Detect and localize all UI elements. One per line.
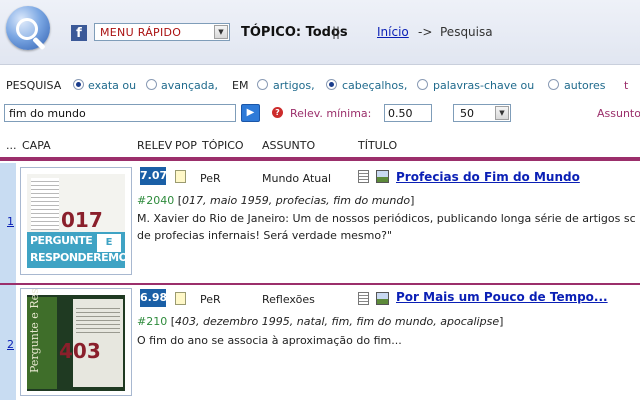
col-lead: ... [6, 139, 17, 152]
search-globe-icon[interactable] [6, 6, 50, 51]
article-tags: 017, maio 1959, profecias, fim do mundo [182, 194, 411, 207]
header-divider [0, 157, 640, 161]
article-meta: #210 [403, dezembro 1995, natal, fim, fi… [137, 315, 504, 328]
article-title-link[interactable]: Por Mais um Pouco de Tempo... [396, 290, 608, 304]
pesquisa-label: PESQUISA [6, 79, 62, 92]
result-row: 1 017 PERGUNTE E RESPONDEREMOS 7.07 PeR … [0, 163, 640, 283]
results-count-value: 50 [460, 107, 474, 120]
col-relev[interactable]: RELEV [137, 139, 172, 152]
subject-label: Mundo Atual [262, 172, 332, 185]
cover-image[interactable]: 017 PERGUNTE E RESPONDEREMOS [20, 167, 132, 275]
article-id: #2040 [137, 194, 175, 207]
article-description-line: de profecias infernais! Será verdade mes… [137, 229, 392, 242]
option-autores-label[interactable]: autores [564, 79, 606, 92]
help-icon[interactable]: ? [272, 107, 283, 118]
relevance-score: 6.98 [140, 289, 167, 307]
option-artigos-label[interactable]: artigos, [273, 79, 315, 92]
search-options-row: PESQUISA exata ou avançada, EM artigos, … [0, 77, 640, 93]
image-icon[interactable] [376, 292, 389, 305]
result-number-link[interactable]: 1 [7, 215, 14, 228]
relevance-label: Relev. mínima: [290, 107, 372, 120]
results-count-select[interactable]: 50 ▼ [453, 104, 511, 122]
cover-title-1: PERGUNTE [30, 234, 93, 247]
facebook-icon[interactable]: f [71, 25, 87, 41]
relevance-score: 7.07 [140, 167, 167, 185]
breadcrumb-current: Pesquisa [440, 25, 493, 39]
article-description-line: O fim do ano se associa à aproximação do… [137, 334, 402, 347]
results-header: ... CAPA RELEV POP TÓPICO ASSUNTO TÍTULO [0, 137, 640, 157]
cover-text-block [31, 178, 59, 230]
cover-title-e: E [97, 234, 121, 252]
search-input[interactable] [4, 104, 236, 122]
magnifier-handle [32, 36, 46, 51]
article-tags: 403, dezembro 1995, natal, fim, fim do m… [175, 315, 500, 328]
topic-code: PeR [200, 293, 221, 306]
radio-palavras-chave[interactable] [417, 79, 428, 90]
note-icon[interactable] [175, 292, 186, 305]
option-avancada-label[interactable]: avançada, [161, 79, 218, 92]
article-title-link[interactable]: Profecias do Fim do Mundo [396, 170, 580, 184]
cover-vertical-title: Pergunte e Responderemos [28, 288, 41, 373]
cover-issue-number: 403 [59, 339, 101, 363]
radio-autores[interactable] [548, 79, 559, 90]
option-palavras-chave-label[interactable]: palavras-chave ou [433, 79, 534, 92]
article-description-line: M. Xavier do Rio de Janeiro: Um de nosso… [137, 212, 636, 225]
cover-title-2: RESPONDEREMOS [30, 251, 132, 264]
col-topico[interactable]: TÓPICO [202, 139, 244, 152]
col-titulo[interactable]: TÍTULO [358, 139, 397, 152]
subject-label: Reflexões [262, 293, 315, 306]
search-go-button[interactable]: ▶ [241, 104, 260, 122]
col-assunto[interactable]: ASSUNTO [262, 139, 315, 152]
assunto-label: Assunto [597, 107, 640, 120]
cover-text-block [76, 305, 120, 335]
chevron-down-icon[interactable]: ▼ [495, 106, 509, 120]
option-exata-label[interactable]: exata ou [88, 79, 136, 92]
top-bar: f MENU RÁPIDO ▼ TÓPICO: Todos || Início … [0, 0, 640, 65]
quick-menu-value: MENU RÁPIDO [100, 26, 182, 39]
article-id: #210 [137, 315, 168, 328]
relevance-input[interactable] [384, 104, 432, 122]
topic-code: PeR [200, 172, 221, 185]
option-cabecalhos-label[interactable]: cabeçalhos, [342, 79, 407, 92]
radio-avancada[interactable] [146, 79, 157, 90]
document-icon[interactable] [358, 292, 369, 305]
cover-image[interactable]: 403 Pergunte e Responderemos [20, 288, 132, 396]
col-capa[interactable]: CAPA [22, 139, 51, 152]
cover-issue-number: 017 [61, 208, 103, 232]
note-icon[interactable] [175, 170, 186, 183]
quick-menu-select[interactable]: MENU RÁPIDO ▼ [94, 23, 230, 41]
truncated-option: t [624, 79, 629, 92]
radio-exata[interactable] [73, 79, 84, 90]
article-meta: #2040 [017, maio 1959, profecias, fim do… [137, 194, 415, 207]
result-number-link[interactable]: 2 [7, 338, 14, 351]
nav-separator: || [332, 25, 341, 39]
home-link[interactable]: Início [377, 25, 409, 39]
result-row: 2 403 Pergunte e Responderemos 6.98 PeR … [0, 285, 640, 400]
radio-cabecalhos[interactable] [326, 79, 337, 90]
col-pop[interactable]: POP [175, 139, 197, 152]
em-label: EM [232, 79, 249, 92]
search-bar-row: ▶ ? Relev. mínima: 50 ▼ Assunto [0, 101, 640, 125]
image-icon[interactable] [376, 170, 389, 183]
chevron-down-icon[interactable]: ▼ [214, 25, 228, 39]
radio-artigos[interactable] [257, 79, 268, 90]
breadcrumb-arrow: -> [418, 25, 433, 39]
document-icon[interactable] [358, 170, 369, 183]
